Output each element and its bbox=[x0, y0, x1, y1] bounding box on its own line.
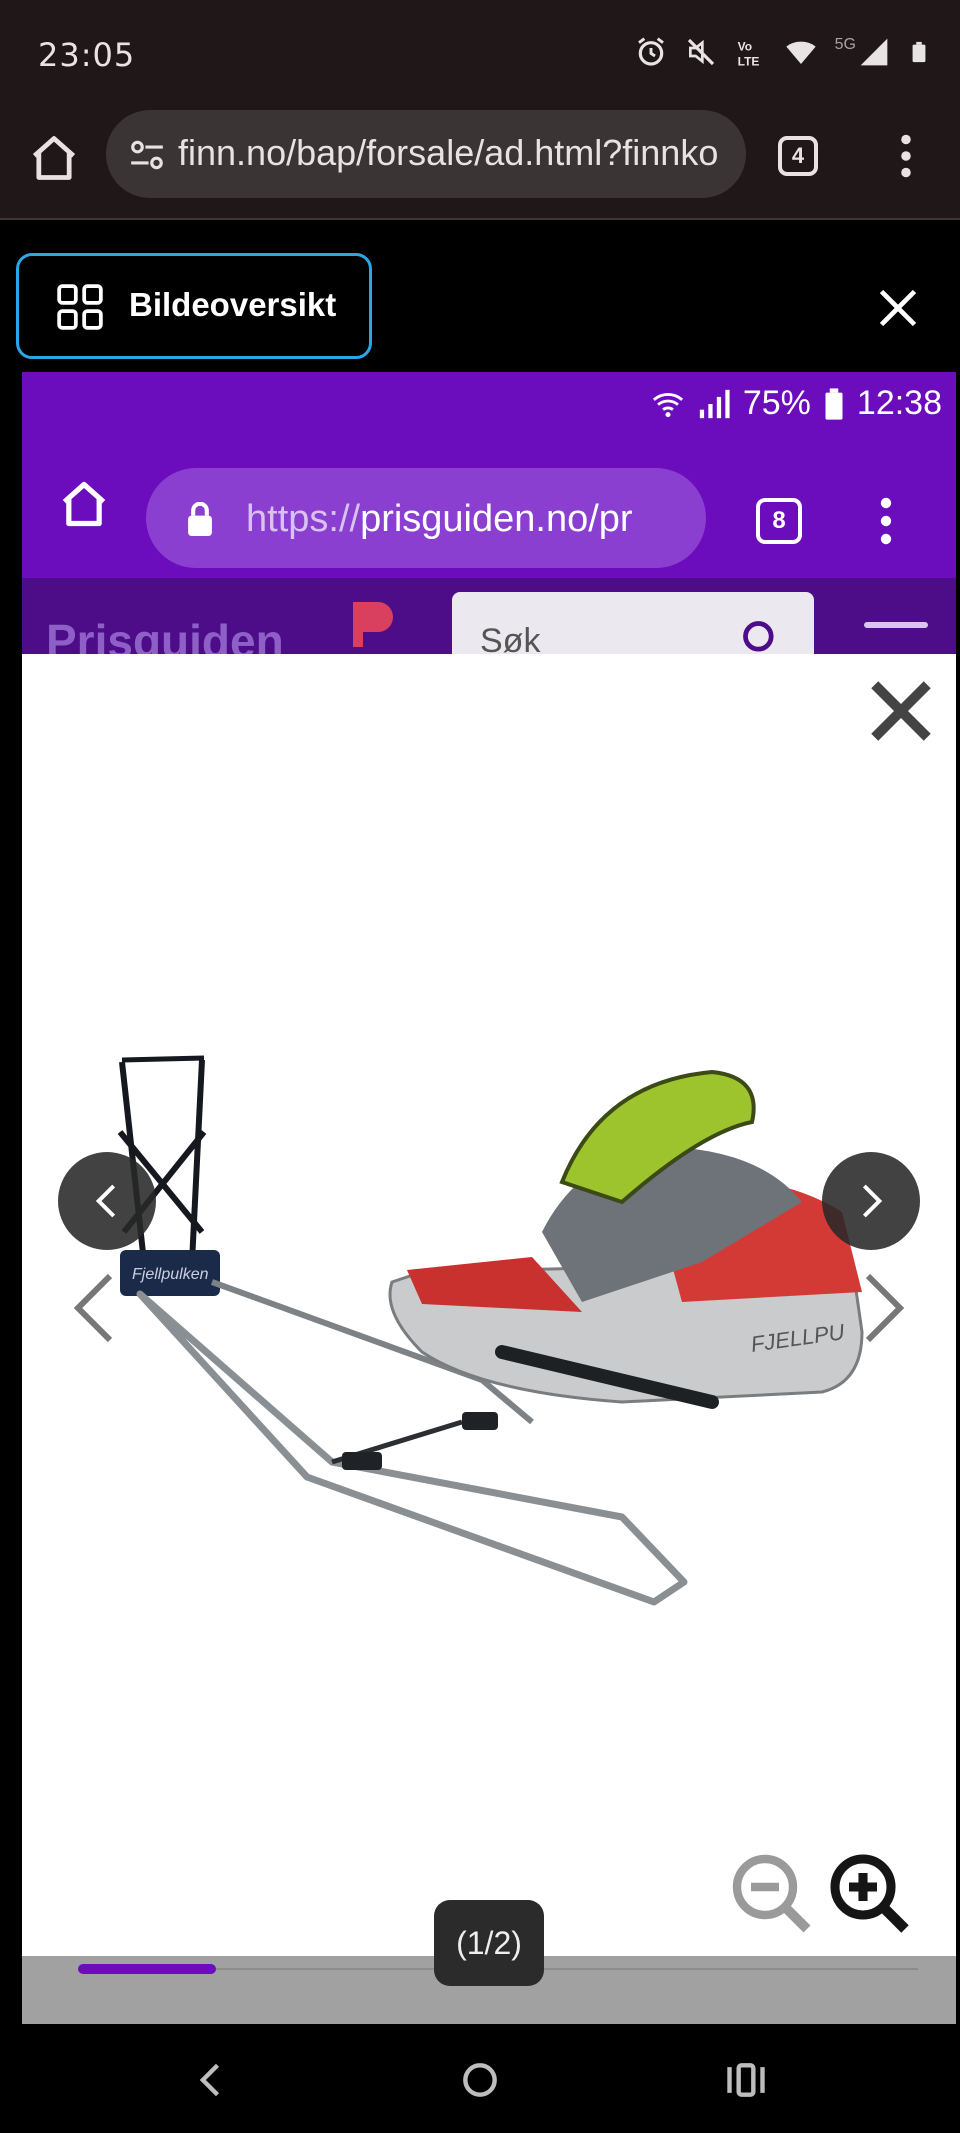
embedded-url-scheme: https:// bbox=[246, 498, 361, 540]
chevron-right-icon bbox=[862, 1184, 883, 1218]
svg-text:Vo: Vo bbox=[737, 40, 751, 54]
system-navigation-bar bbox=[0, 2024, 960, 2133]
next-image-button bbox=[822, 1152, 920, 1250]
embedded-url: https://prisguiden.no/pr bbox=[246, 498, 686, 541]
embedded-next-arrow-icon bbox=[865, 1273, 905, 1343]
zoom-out-icon bbox=[732, 1854, 811, 1933]
home-icon[interactable] bbox=[28, 132, 80, 184]
embedded-site-header: Prisguiden Søk bbox=[22, 578, 956, 654]
image-overview-label: Bildeoversikt bbox=[129, 286, 337, 323]
image-overview-button[interactable]: Bildeoversikt bbox=[16, 253, 372, 359]
embedded-menu-bar bbox=[864, 622, 928, 628]
embedded-battery-icon bbox=[825, 387, 843, 420]
embedded-home-icon bbox=[62, 481, 106, 527]
network-type: 5G bbox=[834, 36, 856, 53]
back-icon[interactable] bbox=[190, 2058, 234, 2102]
svg-text:Fjellpulken: Fjellpulken bbox=[132, 1266, 209, 1283]
browser-toolbar: finn.no/bap/forsale/ad.html?finnko 4 bbox=[0, 110, 960, 220]
svg-text:LTE: LTE bbox=[737, 54, 759, 68]
grid-icon bbox=[57, 284, 103, 330]
close-gallery-icon[interactable] bbox=[876, 286, 920, 330]
embedded-time: 12:38 bbox=[856, 384, 942, 422]
progress-indicator bbox=[78, 1964, 216, 1974]
cell-signal: 5G bbox=[835, 36, 890, 68]
status-time: 23:05 bbox=[38, 36, 136, 74]
volte-icon: VoLTE bbox=[737, 40, 759, 68]
mute-icon bbox=[687, 38, 714, 66]
embedded-search: Søk bbox=[452, 592, 814, 654]
address-bar[interactable]: finn.no/bap/forsale/ad.html?finnko bbox=[106, 110, 746, 198]
embedded-status-bar: 75% 12:38 bbox=[22, 372, 956, 434]
signal-icon bbox=[860, 38, 888, 66]
embedded-search-placeholder: Søk bbox=[480, 622, 541, 654]
embedded-tab-switcher: 8 bbox=[756, 498, 802, 544]
site-logo-mark bbox=[353, 602, 393, 647]
viewer-close-icon bbox=[871, 681, 931, 741]
embedded-signal-icon bbox=[699, 389, 730, 418]
zoom-in-icon bbox=[830, 1854, 909, 1933]
embedded-menu-icon bbox=[880, 497, 892, 545]
embedded-browser-toolbar: https://prisguiden.no/pr 8 bbox=[22, 434, 956, 578]
embedded-previous-arrow-icon bbox=[73, 1273, 113, 1343]
status-icons: Vo LTE 5G bbox=[635, 36, 930, 68]
url-text[interactable]: finn.no/bap/forsale/ad.html?finnko bbox=[178, 132, 738, 174]
more-menu-icon[interactable] bbox=[898, 134, 914, 178]
lock-icon bbox=[188, 502, 212, 536]
alarm-icon bbox=[637, 37, 664, 66]
tab-switcher-button[interactable]: 4 bbox=[778, 136, 818, 176]
embedded-search-icon bbox=[743, 621, 774, 652]
embedded-wifi-icon bbox=[652, 392, 683, 417]
product-photo-sled: Fjellpulken FJELLPU bbox=[117, 1055, 864, 1606]
recents-icon[interactable] bbox=[724, 2058, 768, 2102]
home-circle-icon[interactable] bbox=[458, 2058, 502, 2102]
battery-icon bbox=[912, 41, 926, 63]
site-settings-icon[interactable] bbox=[128, 136, 166, 174]
embedded-battery-percent: 75% bbox=[742, 384, 811, 422]
embedded-address-bar: https://prisguiden.no/pr bbox=[146, 468, 706, 568]
previous-image-button bbox=[58, 1152, 156, 1250]
status-bar: 23:05 Vo LTE 5G bbox=[0, 0, 960, 110]
embedded-url-host: prisguiden.no/pr bbox=[360, 498, 633, 540]
gallery-image: 75% 12:38 https://prisguiden.no/pr 8 Pri… bbox=[22, 372, 956, 2024]
chevron-left-icon bbox=[95, 1184, 116, 1218]
image-counter: (1/2) bbox=[434, 1900, 544, 1986]
site-logo: Prisguiden bbox=[46, 615, 284, 654]
wifi-icon bbox=[785, 41, 816, 64]
